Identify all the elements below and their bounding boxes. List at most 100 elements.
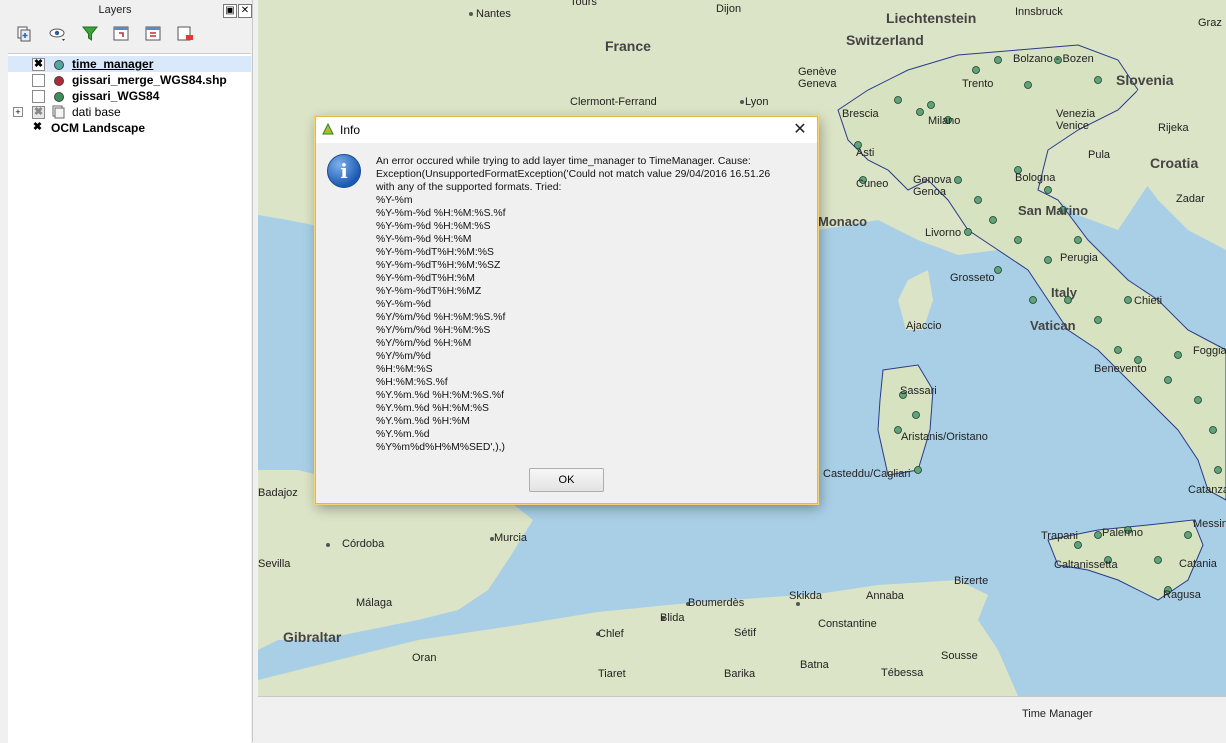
map-label: Ajaccio — [906, 320, 942, 332]
layer-name: gissari_merge_WGS84.shp — [72, 73, 227, 87]
map-label: Gibraltar — [283, 629, 342, 645]
expand-group-icon[interactable]: + — [13, 107, 23, 117]
close-panel-button[interactable]: ✕ — [238, 4, 252, 18]
map-label: Italy — [1051, 285, 1078, 300]
map-label: Bologna — [1015, 172, 1056, 184]
map-label: Sousse — [941, 650, 978, 662]
map-label: Nantes — [476, 8, 511, 20]
expand-all-icon[interactable] — [111, 24, 131, 44]
layer-checkbox[interactable] — [32, 90, 45, 103]
map-label: Trapani — [1041, 530, 1078, 542]
map-label: Venezia Venice — [1056, 108, 1096, 132]
layers-panel: Layers ▣ ✕ ✖ time_manager gissari_merge_… — [0, 0, 253, 743]
ok-button[interactable]: OK — [529, 468, 604, 492]
filter-icon[interactable] — [80, 24, 100, 44]
map-label: Oran — [412, 652, 437, 664]
map-label: Rijeka — [1158, 122, 1189, 134]
layer-checkbox[interactable] — [32, 74, 45, 87]
map-label: Brescia — [842, 108, 879, 120]
layer-checkbox[interactable]: ✖ — [32, 58, 45, 71]
dialog-title: Info — [340, 123, 361, 137]
dialog-titlebar[interactable]: Info ✕ — [316, 117, 817, 143]
point-symbol-icon — [54, 92, 64, 102]
map-label: Genova Genoa — [913, 174, 952, 198]
map-label: Tébessa — [881, 667, 924, 679]
map-label: Chlef — [598, 628, 624, 640]
map-label: Tours — [570, 0, 597, 8]
map-label: Catania — [1179, 558, 1217, 570]
map-label: Dijon — [716, 3, 742, 15]
map-label: Aristanis/Oristano — [901, 431, 988, 443]
map-label: Sevilla — [258, 558, 291, 570]
visibility-icon[interactable] — [48, 24, 68, 44]
dialog-close-button[interactable]: ✕ — [790, 120, 810, 140]
float-panel-button[interactable]: ▣ — [223, 4, 237, 18]
map-label: Córdoba — [342, 538, 385, 550]
map-label: Bizerte — [954, 575, 989, 587]
map-label: Casteddu/Cagliari — [823, 468, 911, 480]
map-label: Barika — [724, 668, 756, 680]
map-label: Tiaret — [598, 668, 626, 680]
map-label: Grosseto — [950, 272, 995, 284]
map-label: Skikda — [789, 590, 823, 602]
map-label: Zadar — [1176, 193, 1205, 205]
map-label: Blida — [660, 612, 685, 624]
map-label: France — [605, 38, 651, 54]
map-label: San Marino — [1018, 203, 1089, 218]
layer-checkbox[interactable]: ✖ — [32, 122, 43, 133]
layer-name: gissari_WGS84 — [72, 89, 160, 103]
map-label: Constantine — [818, 618, 877, 630]
map-label: Cuneo — [856, 178, 889, 190]
map-label: Pula — [1088, 149, 1111, 161]
map-label: Caltanissetta — [1054, 559, 1118, 571]
group-folder-icon — [51, 105, 65, 119]
layer-tree: ✖ time_manager gissari_merge_WGS84.shp g… — [8, 53, 251, 743]
remove-layer-icon[interactable] — [175, 24, 195, 44]
map-label: Switzerland — [846, 32, 924, 48]
map-label: Perugia — [1060, 252, 1098, 264]
collapse-all-icon[interactable] — [143, 24, 163, 44]
qgis-app-icon — [321, 122, 335, 136]
info-dialog: Info ✕ i An error occured while trying t… — [315, 116, 818, 504]
map-label: Bolzano - Bozen — [1013, 53, 1094, 65]
dialog-message: An error occured while trying to add lay… — [376, 156, 771, 453]
map-label: Catanzaro — [1188, 484, 1226, 496]
map-label: Genève Geneva — [798, 66, 837, 90]
time-manager-dock-title: Time Manager — [1022, 708, 1093, 720]
map-label: Málaga — [356, 597, 393, 609]
map-label: Vatican — [1030, 318, 1076, 333]
map-label: Benevento — [1094, 363, 1147, 375]
map-label: Liechtenstein — [886, 10, 977, 26]
map-label: Asti — [856, 147, 875, 159]
map-label: Batna — [800, 659, 829, 671]
layers-panel-title: Layers — [98, 4, 132, 16]
map-label: Livorno — [925, 227, 962, 239]
map-label: Clermont-Ferrand — [570, 96, 657, 108]
map-label: Messina — [1193, 518, 1226, 530]
map-label: Palermo — [1102, 527, 1143, 539]
map-label: Trento — [962, 78, 994, 90]
point-symbol-icon — [54, 76, 64, 86]
map-label: Graz — [1198, 17, 1222, 29]
layer-checkbox[interactable]: ✖ — [32, 106, 45, 119]
map-label: Monaco — [818, 214, 868, 229]
map-label: Foggia — [1193, 345, 1226, 357]
layer-row-time-manager[interactable]: ✖ time_manager — [8, 56, 251, 72]
map-label: Badajoz — [258, 487, 298, 499]
map-label: Milano — [928, 115, 961, 127]
layer-name: OCM Landscape — [51, 121, 146, 135]
add-group-icon[interactable] — [14, 24, 34, 44]
map-label: Ragusa — [1163, 589, 1201, 601]
map-label: Annaba — [866, 590, 904, 602]
map-label: Lyon — [745, 96, 769, 108]
layer-name: time_manager — [72, 57, 154, 71]
point-symbol-icon — [54, 60, 64, 70]
map-label: Boumerdès — [688, 597, 745, 609]
info-icon: i — [327, 154, 361, 188]
map-label: Croatia — [1150, 155, 1199, 171]
map-label: Sétif — [734, 627, 757, 639]
map-label: Murcia — [494, 532, 528, 544]
group-name: dati base — [72, 105, 121, 119]
map-label: Sassari — [900, 385, 937, 397]
map-label: Innsbruck — [1015, 6, 1063, 18]
